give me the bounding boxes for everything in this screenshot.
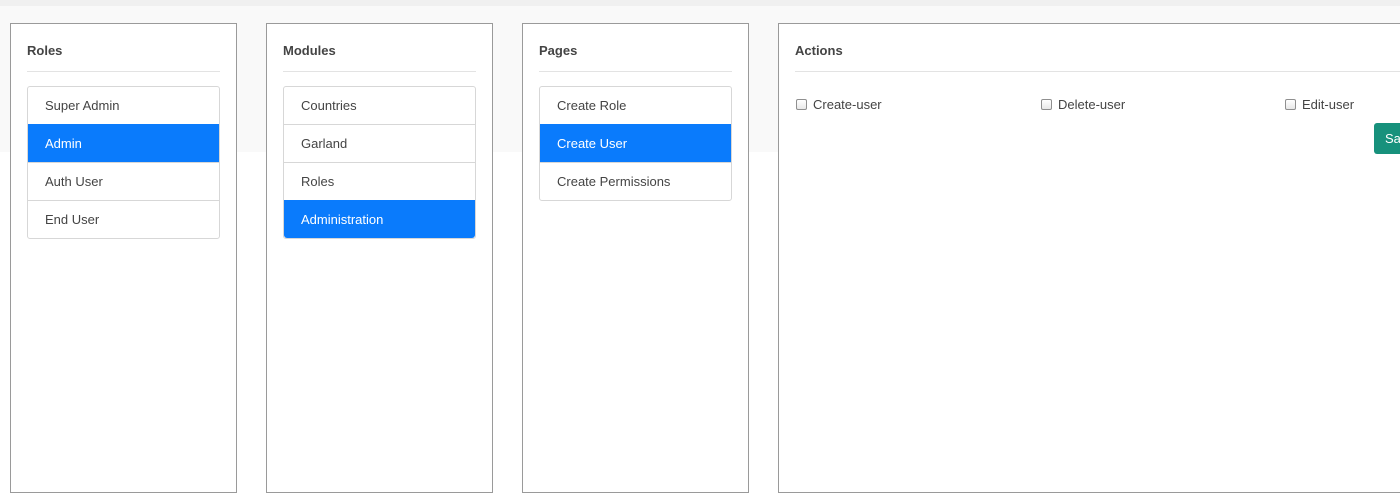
roles-list: Super Admin Admin Auth User End User [27, 86, 220, 239]
pages-panel-title: Pages [539, 43, 578, 58]
save-button[interactable]: Sa [1374, 123, 1400, 154]
page-item-create-user[interactable]: Create User [540, 124, 731, 162]
module-item-garland[interactable]: Garland [284, 124, 475, 162]
modules-panel-divider [283, 71, 476, 72]
page-item-create-role[interactable]: Create Role [540, 87, 731, 124]
page-item-create-permissions[interactable]: Create Permissions [540, 162, 731, 200]
modules-panel: Modules Countries Garland Roles Administ… [266, 23, 493, 493]
module-item-roles[interactable]: Roles [284, 162, 475, 200]
edit-user-checkbox-label: Edit-user [1302, 96, 1355, 112]
modules-panel-title: Modules [283, 43, 336, 58]
create-user-checkbox-label: Create-user [813, 96, 882, 112]
delete-user-checkbox-label: Delete-user [1058, 96, 1126, 112]
roles-panel-divider [27, 71, 220, 72]
create-user-checkbox-row[interactable]: Create-user [796, 96, 882, 112]
delete-user-checkbox[interactable] [1041, 98, 1052, 110]
delete-user-checkbox-row[interactable]: Delete-user [1041, 96, 1125, 112]
create-user-checkbox[interactable] [796, 98, 807, 110]
actions-panel-title: Actions [795, 43, 843, 58]
actions-panel: Actions Create-user Delete-user Edit-use… [778, 23, 1400, 493]
edit-user-checkbox[interactable] [1285, 98, 1296, 110]
module-item-countries[interactable]: Countries [284, 87, 475, 124]
role-item-super-admin[interactable]: Super Admin [28, 87, 219, 124]
modules-list: Countries Garland Roles Administration [283, 86, 476, 239]
roles-panel-title: Roles [27, 43, 63, 58]
edit-user-checkbox-row[interactable]: Edit-user [1285, 96, 1354, 112]
pages-panel-divider [539, 71, 732, 72]
role-item-admin[interactable]: Admin [28, 124, 219, 162]
pages-panel: Pages Create Role Create User Create Per… [522, 23, 749, 493]
pages-list: Create Role Create User Create Permissio… [539, 86, 732, 201]
role-item-auth-user[interactable]: Auth User [28, 162, 219, 200]
module-item-administration[interactable]: Administration [284, 200, 475, 238]
actions-panel-divider [795, 71, 1400, 72]
role-item-end-user[interactable]: End User [28, 200, 219, 238]
roles-panel: Roles Super Admin Admin Auth User End Us… [10, 23, 237, 493]
